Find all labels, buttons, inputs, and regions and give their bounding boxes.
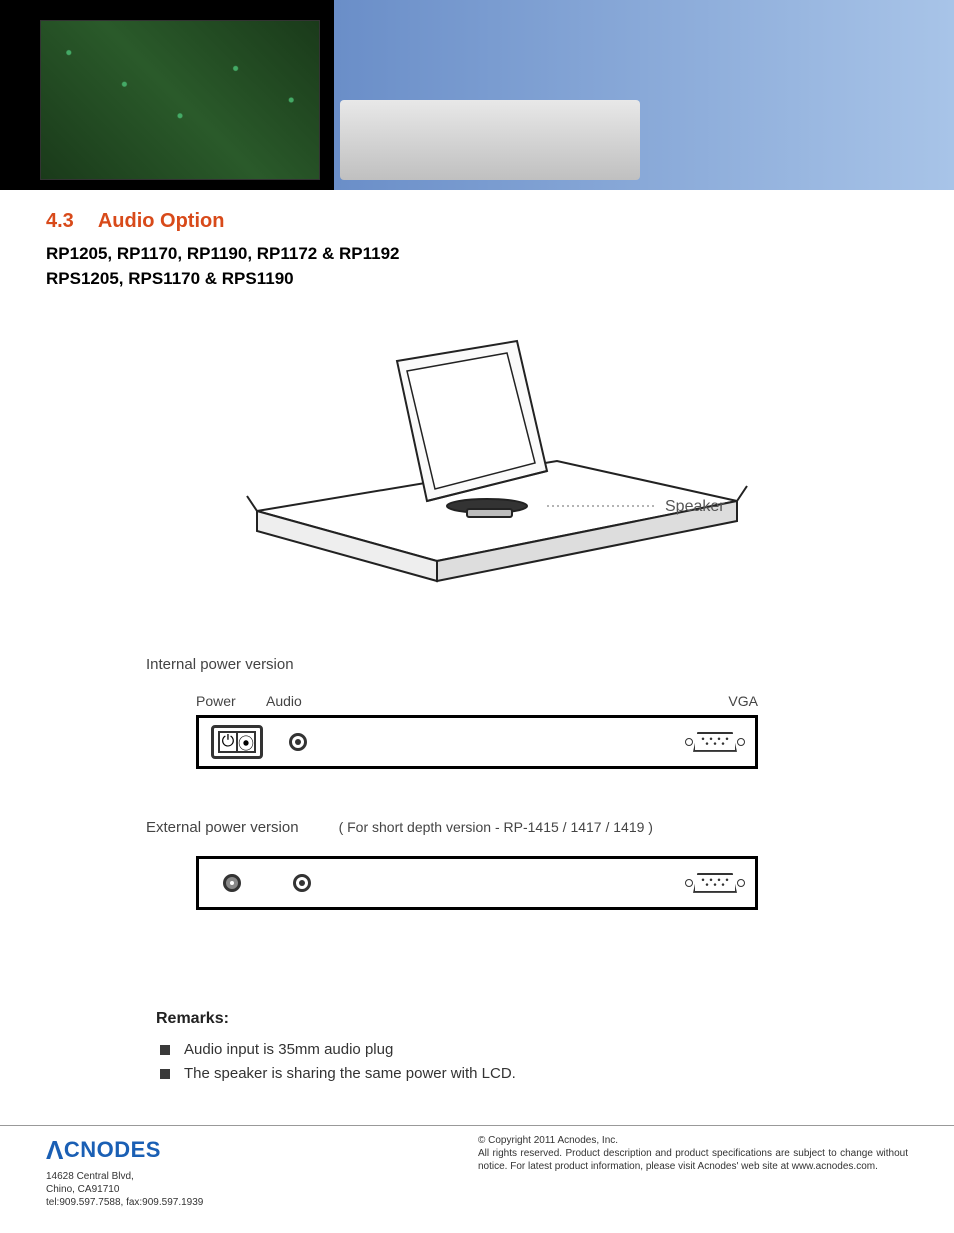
- external-power-section: External power version ( For short depth…: [146, 819, 808, 910]
- internal-power-section: Internal power version Power Audio VGA ⏻…: [146, 656, 808, 769]
- vga-port-icon: [687, 730, 743, 754]
- power-label: Power: [196, 693, 266, 709]
- rack-drawer-illustration: Speaker: [197, 331, 757, 591]
- header-banner-image: [0, 0, 954, 190]
- speaker-callout-label: Speaker: [665, 498, 725, 515]
- internal-power-title: Internal power version: [146, 656, 808, 673]
- footer-left: ΛCNODES 14628 Central Blvd, Chino, CA917…: [46, 1134, 203, 1209]
- section-number: 4.3: [46, 210, 74, 232]
- internal-panel-diagram: ⏻ ⦿: [196, 715, 758, 769]
- list-item: Audio input is 35mm audio plug: [156, 1038, 798, 1062]
- device-graphic: [340, 100, 640, 180]
- page-footer: ΛCNODES 14628 Central Blvd, Chino, CA917…: [0, 1125, 954, 1209]
- footer-address-2: Chino, CA91710: [46, 1183, 203, 1196]
- vga-label: VGA: [698, 693, 758, 709]
- remarks-block: Remarks: Audio input is 35mm audio plug …: [156, 1010, 798, 1086]
- page-content: 4.3 Audio Option RP1205, RP1170, RP1190, …: [0, 190, 954, 1106]
- audio-jack-icon: [289, 733, 307, 751]
- external-panel-diagram: [196, 856, 758, 910]
- vga-port-icon: [687, 871, 743, 895]
- models-line-2: RPS1205, RPS1170 & RPS1190: [46, 268, 908, 291]
- circuit-board-graphic: [40, 20, 320, 180]
- dc-power-jack-icon: [223, 874, 241, 892]
- internal-panel-labels: Power Audio VGA: [196, 693, 758, 709]
- external-power-title: External power version: [146, 819, 299, 836]
- remarks-heading: Remarks:: [156, 1010, 798, 1028]
- acnodes-logo: ΛCNODES: [46, 1134, 203, 1168]
- remarks-list: Audio input is 35mm audio plug The speak…: [156, 1038, 798, 1086]
- footer-address-1: 14628 Central Blvd,: [46, 1170, 203, 1183]
- footer-phone: tel:909.597.7588, fax:909.597.1939: [46, 1196, 203, 1209]
- footer-legal: All rights reserved. Product description…: [478, 1147, 908, 1173]
- list-item: The speaker is sharing the same power wi…: [156, 1062, 798, 1086]
- external-power-note: ( For short depth version - RP-1415 / 14…: [339, 819, 653, 835]
- section-title: Audio Option: [98, 210, 225, 232]
- audio-label: Audio: [266, 693, 698, 709]
- audio-jack-icon: [293, 874, 311, 892]
- footer-copyright: © Copyright 2011 Acnodes, Inc.: [478, 1134, 908, 1147]
- section-heading: 4.3 Audio Option: [46, 210, 908, 233]
- footer-right: © Copyright 2011 Acnodes, Inc. All right…: [478, 1134, 908, 1209]
- main-figure: Speaker (function(){ var d = JSON.parse(…: [46, 331, 908, 596]
- iec-power-inlet-icon: ⏻ ⦿: [211, 725, 263, 759]
- models-line-1: RP1205, RP1170, RP1190, RP1172 & RP1192: [46, 243, 908, 266]
